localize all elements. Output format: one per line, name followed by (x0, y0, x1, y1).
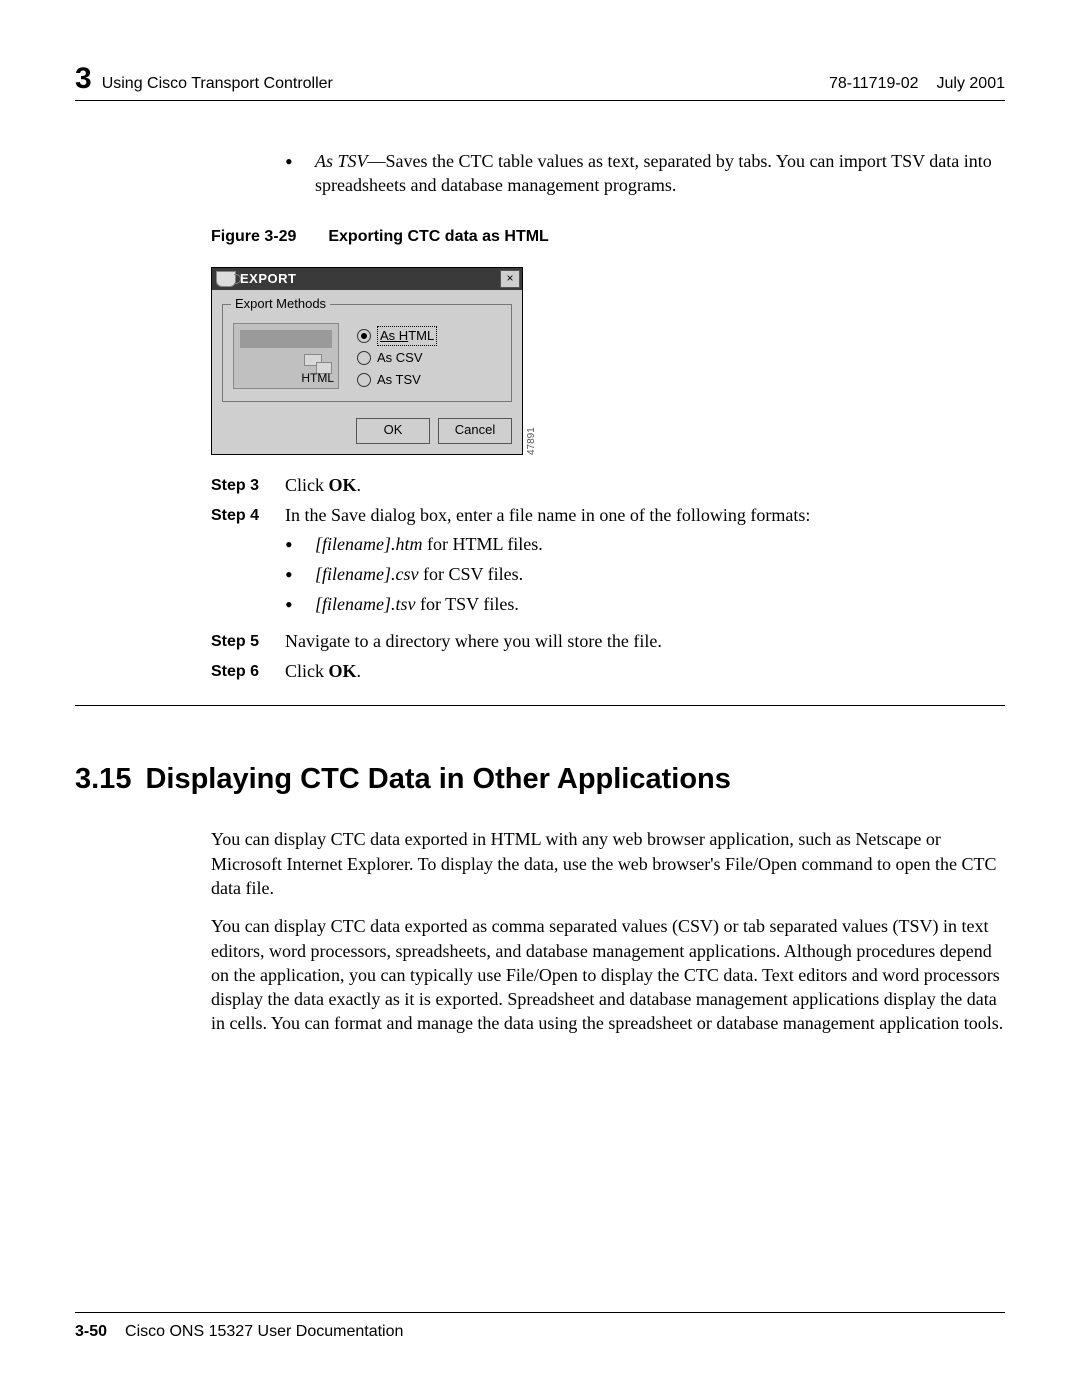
section-title-text: Displaying CTC Data in Other Application… (145, 763, 730, 795)
page-footer: 3-50 Cisco ONS 15327 User Documentation (75, 1312, 1005, 1341)
document-page: 3 Using Cisco Transport Controller 78-11… (0, 0, 1080, 1397)
step-label: Step 4 (211, 503, 285, 622)
step-6: Step 6 Click OK. (211, 659, 1005, 683)
procedure-steps: Step 3 Click OK. Step 4 In the Save dial… (211, 473, 1005, 683)
radio-icon (357, 373, 371, 387)
intro-bullet-list: As TSV—Saves the CTC table values as tex… (285, 149, 1005, 198)
radio-as-csv[interactable]: As CSV (357, 347, 437, 369)
radio-label: As TSV (377, 371, 421, 389)
preview-label: HTML (301, 370, 334, 386)
radio-as-tsv[interactable]: As TSV (357, 369, 437, 391)
fieldset-legend: Export Methods (231, 295, 330, 313)
list-item: [filename].csv for CSV files. (285, 562, 1005, 586)
radio-as-html[interactable]: As HTML (357, 325, 437, 347)
step-5: Step 5 Navigate to a directory where you… (211, 629, 1005, 653)
document-date: July 2001 (937, 75, 1006, 93)
step-text: Navigate to a directory where you will s… (285, 629, 1005, 653)
page-body: As TSV—Saves the CTC table values as tex… (75, 149, 1005, 1036)
bullet-as-tsv: As TSV—Saves the CTC table values as tex… (285, 149, 1005, 198)
ok-button[interactable]: OK (356, 418, 430, 444)
step-label: Step 6 (211, 659, 285, 683)
dialog-titlebar: EXPORT × (212, 268, 522, 290)
radio-icon (357, 351, 371, 365)
paragraph: You can display CTC data exported as com… (211, 914, 1005, 1035)
radio-group: As HTML As CSV As TSV (357, 323, 437, 391)
bullet-term: As TSV (315, 151, 368, 171)
document-number: 78-11719-02 (829, 75, 919, 93)
step-text: In the Save dialog box, enter a file nam… (285, 503, 1005, 622)
java-cup-icon (216, 271, 236, 287)
step-3: Step 3 Click OK. (211, 473, 1005, 497)
dialog-button-row: OK Cancel (212, 410, 522, 454)
step-4: Step 4 In the Save dialog box, enter a f… (211, 503, 1005, 622)
page-number: 3-50 (75, 1323, 107, 1340)
chapter-number: 3 (75, 62, 92, 96)
footer-doc-title: Cisco ONS 15327 User Documentation (125, 1323, 403, 1340)
radio-label: As HTML (377, 326, 437, 346)
chapter-title: Using Cisco Transport Controller (102, 75, 829, 93)
close-button[interactable]: × (500, 270, 520, 288)
figure-label: Figure 3-29 (211, 228, 296, 245)
filename-formats-list: [filename].htm for HTML files. [filename… (285, 532, 1005, 617)
figure-title: Exporting CTC data as HTML (328, 228, 548, 245)
step-text: Click OK. (285, 659, 1005, 683)
page-header: 3 Using Cisco Transport Controller 78-11… (75, 62, 1005, 101)
step-label: Step 5 (211, 629, 285, 653)
section-divider (75, 705, 1005, 706)
export-methods-fieldset: Export Methods HTML As HTML (222, 304, 512, 402)
bullet-text: —Saves the CTC table values as text, sep… (315, 151, 992, 195)
figure-export-dialog: EXPORT × Export Methods HTML (211, 267, 1005, 455)
cancel-button[interactable]: Cancel (438, 418, 512, 444)
radio-label: As CSV (377, 349, 423, 367)
dialog-body: Export Methods HTML As HTML (212, 290, 522, 410)
export-dialog: EXPORT × Export Methods HTML (211, 267, 523, 455)
paragraph: You can display CTC data exported in HTM… (211, 827, 1005, 900)
figure-id: 47891 (525, 419, 539, 455)
step-label: Step 3 (211, 473, 285, 497)
radio-icon (357, 329, 371, 343)
section-number: 3.15 (75, 763, 131, 795)
preview-thumbnail: HTML (233, 323, 339, 389)
step-text: Click OK. (285, 473, 1005, 497)
figure-caption: Figure 3-29 Exporting CTC data as HTML (211, 226, 1005, 248)
section-heading: 3.15 Displaying CTC Data in Other Applica… (75, 760, 1005, 799)
list-item: [filename].htm for HTML files. (285, 532, 1005, 556)
list-item: [filename].tsv for TSV files. (285, 592, 1005, 616)
dialog-title: EXPORT (240, 270, 296, 288)
